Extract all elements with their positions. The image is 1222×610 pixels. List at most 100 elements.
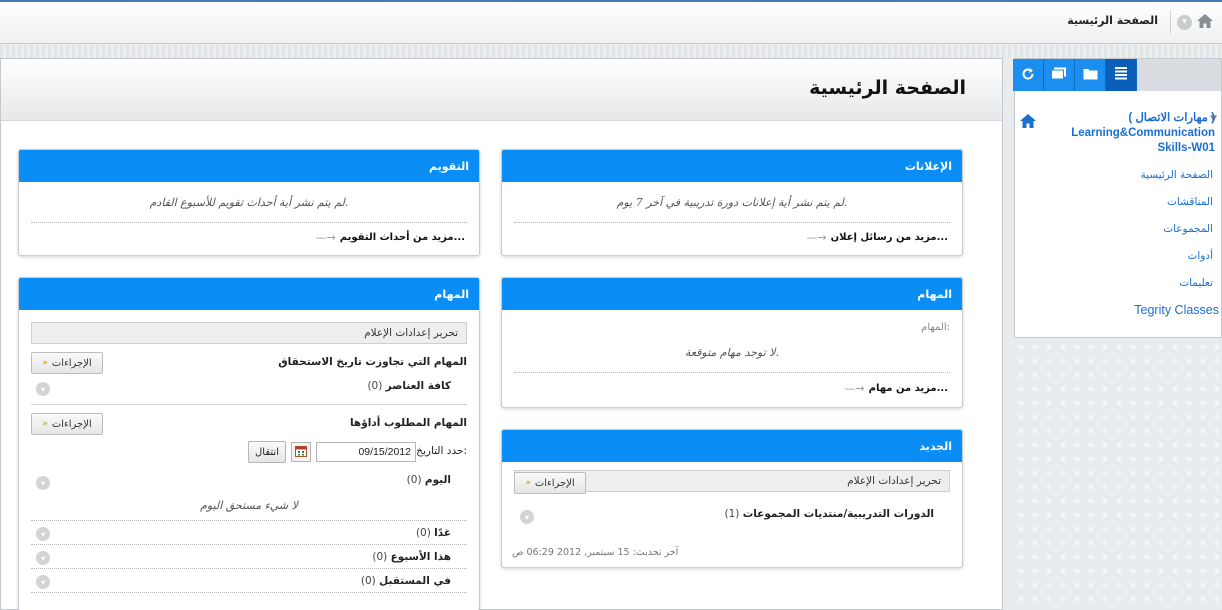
all-items-row[interactable]: (0) كافة العناصر [367, 380, 451, 392]
module-title[interactable]: الإعلانات [502, 150, 962, 182]
divider [514, 372, 950, 373]
due-label: المهام المطلوب أداؤها [349, 417, 467, 429]
divider [514, 222, 950, 223]
tomorrow-row[interactable]: (0) غدًا [416, 527, 451, 539]
background-pattern [1014, 340, 1222, 610]
refresh-tab[interactable] [1013, 59, 1044, 91]
arrow-icon: —→ [315, 231, 336, 244]
date-input[interactable]: 09/15/2012 [316, 442, 416, 462]
future-row[interactable]: (0) في المستقبل [361, 575, 451, 587]
all-items-count: (0) [367, 380, 383, 392]
actions-label: الإجراءات [534, 477, 575, 489]
more-calendar-link[interactable]: —→ مزيد من أحداث التقويم... [316, 231, 465, 244]
home-icon[interactable] [1196, 13, 1214, 32]
double-chevron-down-icon: » [525, 478, 531, 488]
window-icon [1051, 67, 1067, 83]
nothing-due-message: لا شيء مستحق اليوم [200, 499, 298, 512]
list-tab[interactable] [1106, 59, 1137, 91]
window-tab[interactable] [1044, 59, 1075, 91]
overdue-tasks-heading: المهام التي تجاوزت تاريخ الاستحقاق [278, 356, 467, 368]
arrow-icon: —→ [844, 382, 865, 395]
item-count: (1) [724, 508, 740, 520]
whats-new-item[interactable]: (1) الدورات التدريبية/منتديات المجموعات [724, 508, 934, 520]
more-tasks-link[interactable]: —→ مزيد من مهام... [844, 382, 948, 395]
edit-notifications-link[interactable]: تحرير إعدادات الإعلام [31, 322, 467, 344]
home-button[interactable]: ▾ [1170, 10, 1218, 34]
more-tasks-label: مزيد من مهام... [868, 383, 948, 394]
due-tasks-heading: المهام المطلوب أداؤها [350, 417, 467, 429]
module-title[interactable]: التقويم [19, 150, 479, 182]
whats-new-module: الجديد تحرير إعدادات الإعلام » الإجراءات… [501, 429, 963, 568]
actions-button-due[interactable]: » الإجراءات [31, 413, 103, 435]
this-week-label: هذا الأسبوع [390, 551, 451, 563]
this-week-count: (0) [372, 551, 388, 563]
main-content: الصفحة الرئيسية الإعلانات لم يتم نشر أية… [0, 58, 1003, 610]
future-count: (0) [360, 575, 376, 587]
chevron-down-icon[interactable]: ▾ [36, 382, 50, 396]
nav-item-discussions[interactable]: المناقشات [1167, 196, 1213, 208]
double-chevron-down-icon: » [42, 419, 48, 429]
decorative-strip [0, 44, 1222, 58]
actions-button-overdue[interactable]: » الإجراءات [31, 352, 103, 374]
tasks-label: المهام: [921, 322, 950, 333]
course-menu-tabs [1013, 59, 1221, 91]
actions-button[interactable]: » الإجراءات [514, 472, 586, 494]
page-title: الصفحة الرئيسية [809, 77, 966, 99]
empty-message: لم يتم نشر أية إعلانات دورة تدريبية في آ… [616, 196, 848, 209]
last-updated: آخر تحديث: 15 سبتمبر, 2012 06:29 ص [512, 547, 679, 558]
chevron-down-icon[interactable]: ▾ [1177, 14, 1192, 30]
calendar-module: التقويم لم يتم نشر أية أحداث تقويم للأسب… [18, 149, 480, 256]
nav-item-groups[interactable]: المجموعات [1163, 223, 1213, 235]
go-button[interactable]: انتقال [248, 441, 286, 463]
tasks-module-left: المهام تحرير إعدادات الإعلام المهام التي… [18, 277, 480, 610]
all-items-label: كافة العناصر [385, 380, 451, 392]
tomorrow-count: (0) [415, 527, 431, 539]
tomorrow-label: غدًا [434, 527, 451, 539]
announcements-module: الإعلانات لم يتم نشر أية إعلانات دورة تد… [501, 149, 963, 256]
actions-label: الإجراءات [51, 357, 92, 369]
more-announcements-link[interactable]: —→ مزيد من رسائل إعلان... [806, 231, 948, 244]
course-title-link[interactable]: ( مهارات الاتصال ) Learning&Communicatio… [1045, 111, 1215, 156]
today-label: اليوم [424, 474, 451, 486]
empty-message: لم يتم نشر أية أحداث تقويم للأسبوع القاد… [149, 196, 349, 209]
divider [31, 520, 467, 521]
chevron-down-icon[interactable]: ▾ [520, 510, 534, 524]
calendar-icon [295, 445, 307, 460]
chevron-down-icon[interactable]: ▾ [36, 527, 50, 541]
arrow-icon: —→ [806, 231, 827, 244]
actions-label: الإجراءات [51, 418, 92, 430]
list-icon [1115, 67, 1127, 83]
empty-message: لا توجد مهام متوقعة. [684, 346, 780, 359]
today-row[interactable]: (0) اليوم [407, 474, 451, 486]
nav-item-tools[interactable]: أدوات [1188, 250, 1213, 262]
more-calendar-label: مزيد من أحداث التقويم... [339, 232, 465, 243]
chevron-down-icon[interactable]: ▾ [36, 575, 50, 589]
module-title[interactable]: الجديد [502, 430, 962, 462]
top-navigation-bar: ▾ الصفحة الرئيسية [0, 0, 1222, 44]
chevron-down-icon[interactable]: ▾ [36, 551, 50, 565]
double-chevron-down-icon: » [42, 358, 48, 368]
folder-icon [1083, 68, 1098, 83]
calendar-picker-button[interactable] [291, 442, 311, 462]
nav-item-tegrity[interactable]: Tegrity Classes [1134, 303, 1219, 317]
divider [31, 568, 467, 569]
breadcrumb[interactable]: الصفحة الرئيسية [1067, 14, 1158, 27]
home-icon[interactable] [1019, 113, 1037, 132]
module-title[interactable]: المهام [19, 278, 479, 310]
chevron-down-icon[interactable]: ▾ [36, 476, 50, 490]
tasks-module-right: المهام المهام: لا توجد مهام متوقعة. —→ م… [501, 277, 963, 408]
folder-tab[interactable] [1075, 59, 1106, 91]
this-week-row[interactable]: (0) هذا الأسبوع [372, 551, 451, 563]
future-label: في المستقبل [379, 575, 451, 587]
divider [31, 404, 467, 405]
page-header: الصفحة الرئيسية [1, 59, 1002, 121]
set-date-label: حدد التاريخ: [416, 445, 467, 457]
item-label: الدورات التدريبية/منتديات المجموعات [742, 508, 934, 520]
today-count: (0) [406, 474, 422, 486]
nav-item-home[interactable]: الصفحة الرئيسية [1141, 169, 1213, 181]
nav-item-help[interactable]: تعليمات [1179, 277, 1213, 289]
divider [31, 544, 467, 545]
module-title[interactable]: المهام [502, 278, 962, 310]
course-menu-panel: ▼ ( مهارات الاتصال ) Learning&Communicat… [1013, 58, 1222, 338]
divider [31, 222, 467, 223]
